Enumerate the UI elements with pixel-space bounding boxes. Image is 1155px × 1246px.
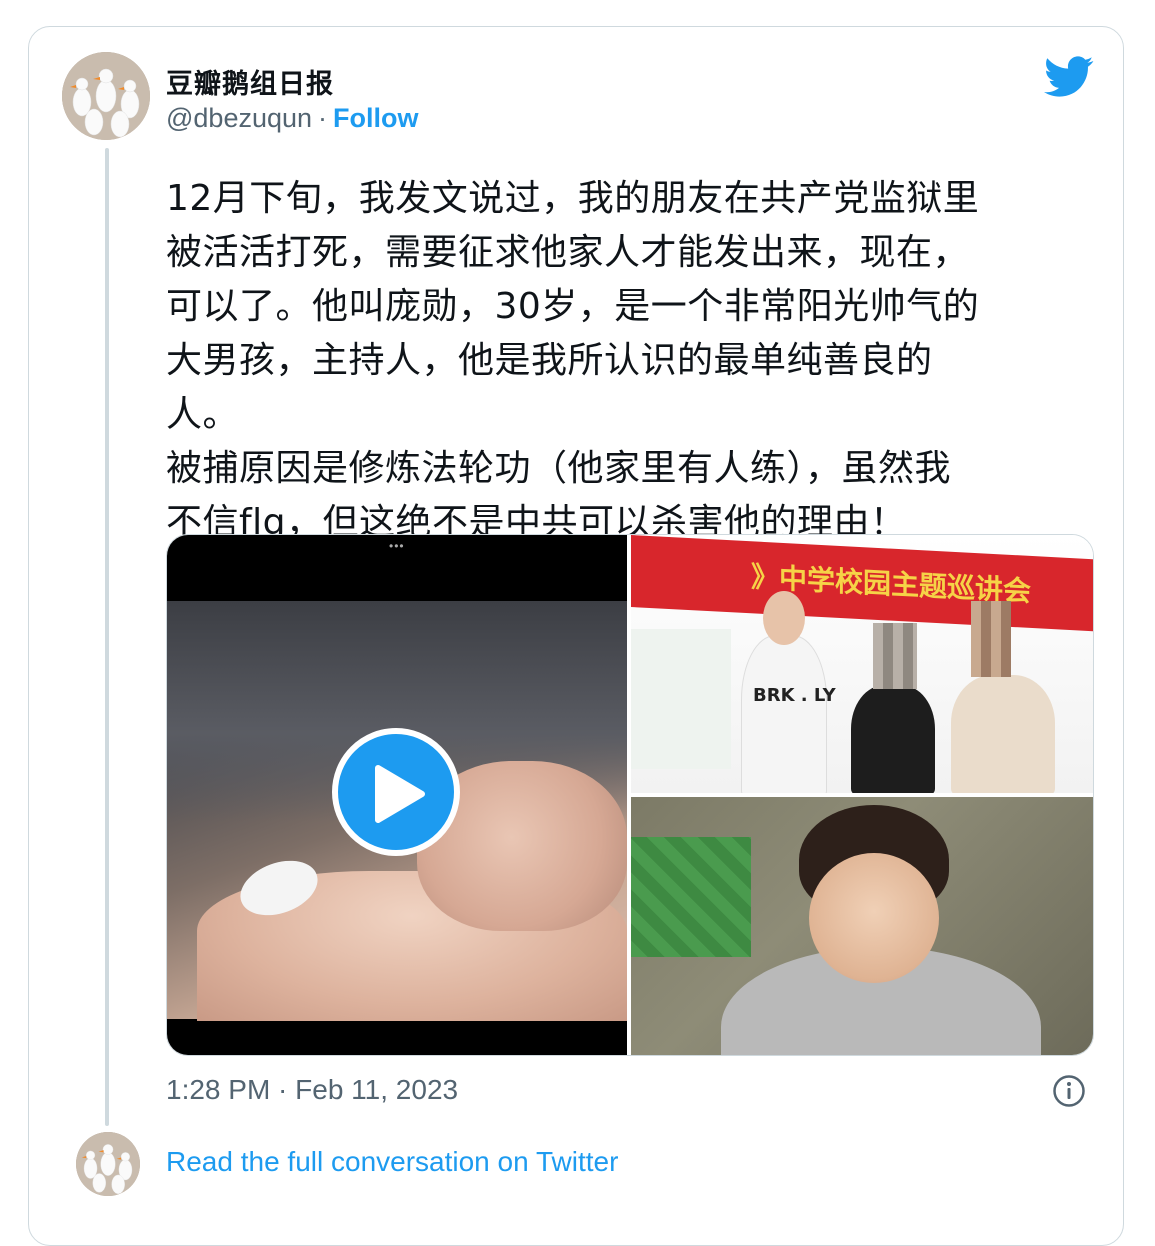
media-photo-portrait[interactable] (631, 797, 1093, 1055)
goose-flock-avatar-icon (76, 1132, 140, 1196)
tweet-line: 人。 (166, 394, 240, 435)
handle-row: @dbezuqun · Follow (166, 103, 419, 134)
info-icon[interactable] (1052, 1074, 1086, 1108)
author-name[interactable]: 豆瓣鹅组日报 (166, 62, 334, 101)
tweet-line: 被活活打死，需要征求他家人才能发出来，现在， (166, 232, 970, 273)
goose-flock-avatar-icon (62, 52, 150, 140)
read-conversation-link[interactable]: Read the full conversation on Twitter (166, 1146, 618, 1178)
tweet-line: 可以了。他叫庞勋，30岁，是一个非常阳光帅气的 (166, 286, 980, 327)
tweet-line: 12月下旬，我发文说过，我的朋友在共产党监狱里 (166, 178, 980, 219)
media-grid: ••• 》中学校园主题巡讲会 BRK . LY (166, 534, 1094, 1056)
thread-line (105, 148, 109, 1126)
tweet-timestamp[interactable]: 1:28 PM · Feb 11, 2023 (166, 1074, 458, 1106)
video-menu-dots: ••• (389, 539, 405, 553)
tweet-line: 大男孩，主持人，他是我所认识的最单纯善良的 (166, 340, 933, 381)
play-icon (375, 765, 425, 823)
photo-shirt-text: BRK . LY (753, 685, 836, 706)
tweet-line: 被捕原因是修炼法轮功（他家里有人练），虽然我 (166, 448, 952, 489)
separator: · (318, 103, 328, 133)
twitter-bird-icon[interactable] (1044, 56, 1094, 98)
author-handle[interactable]: @dbezuqun (166, 103, 312, 133)
photo-banner-text: 》中学校园主题巡讲会 (631, 535, 1093, 632)
play-button[interactable] (332, 728, 460, 856)
author-avatar[interactable] (62, 52, 150, 140)
media-photo-group[interactable]: 》中学校园主题巡讲会 BRK . LY (631, 535, 1093, 793)
media-video[interactable]: ••• (167, 535, 627, 1055)
follow-button[interactable]: Follow (333, 103, 418, 133)
tweet-text: 12月下旬，我发文说过，我的朋友在共产党监狱里 被活活打死，需要征求他家人才能发… (166, 172, 1086, 550)
reply-avatar[interactable] (76, 1132, 140, 1196)
